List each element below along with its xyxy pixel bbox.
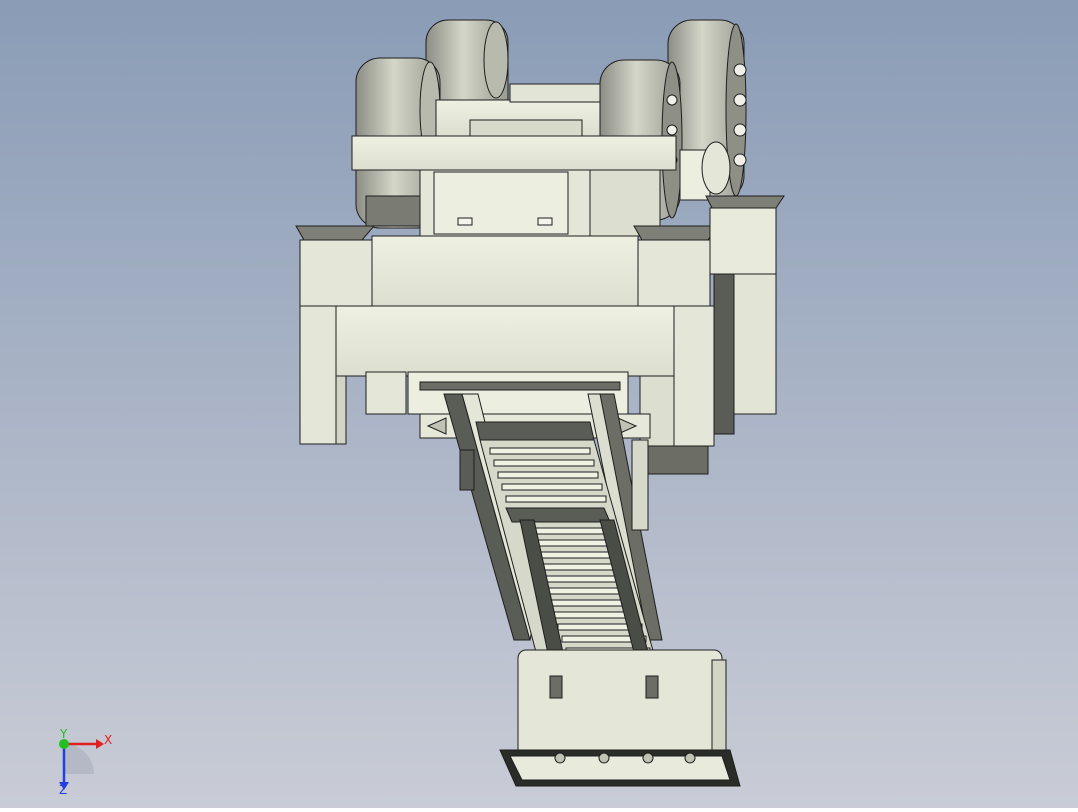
cad-3d-viewport[interactable] xyxy=(0,0,1078,808)
orientation-triad: X Y Z xyxy=(44,726,124,797)
triad-shading xyxy=(64,744,94,774)
x-axis-label: X xyxy=(104,733,112,747)
bucket xyxy=(499,649,741,787)
y-axis-label: Y xyxy=(59,727,68,741)
z-axis-label: Z xyxy=(59,783,67,796)
model-canvas[interactable] xyxy=(0,0,1078,808)
